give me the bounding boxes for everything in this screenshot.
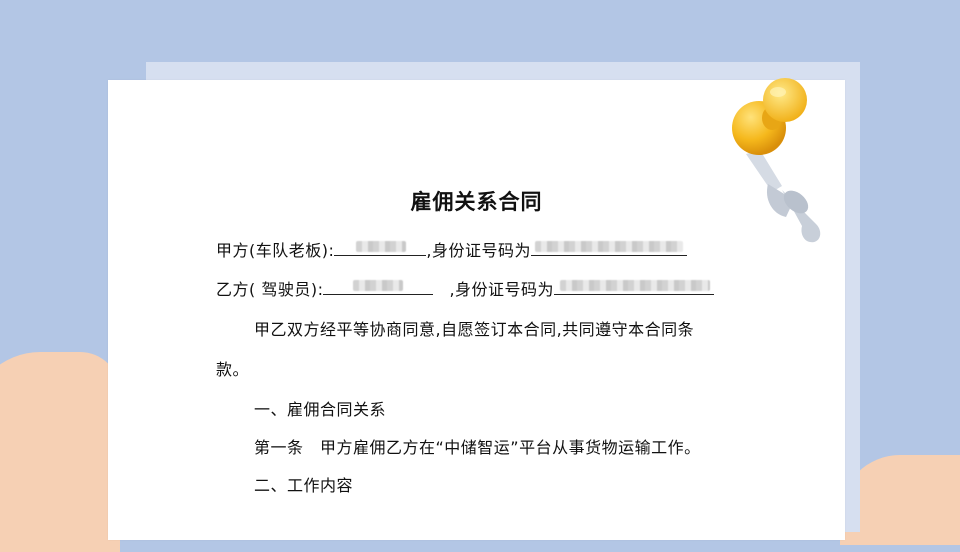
party-a-name-field — [334, 239, 427, 256]
redacted-name — [356, 241, 407, 252]
section2-heading: 二、工作内容 — [254, 476, 354, 495]
intro-paragraph-line2: 款。 — [216, 360, 250, 379]
redacted-id — [534, 241, 683, 252]
party-b-line: 乙方( 驾驶员): ,身份证号码为 — [216, 276, 715, 300]
party-b-id-label: ,身份证号码为 — [449, 280, 555, 299]
party-a-line: 甲方(车队老板): ,身份证号码为 — [216, 237, 687, 261]
redacted-name — [353, 280, 404, 291]
party-b-id-field — [554, 278, 715, 295]
intro-paragraph-line1: 甲乙双方经平等协商同意,自愿签订本合同,共同遵守本合同条 — [254, 320, 695, 339]
party-b-name-field — [323, 278, 434, 295]
party-a-id-field — [530, 239, 687, 256]
left-hand-illustration — [0, 352, 120, 552]
section1-heading: 一、雇佣合同关系 — [254, 400, 387, 419]
party-b-label: 乙方( 驾驶员): — [216, 280, 324, 299]
party-a-label: 甲方(车队老板): — [216, 241, 335, 260]
party-a-id-label: ,身份证号码为 — [426, 241, 531, 260]
pushpin-icon — [732, 78, 821, 243]
article1-text: 第一条 甲方雇佣乙方在“中储智运”平台从事货物运输工作。 — [254, 438, 701, 457]
redacted-id — [560, 280, 711, 291]
